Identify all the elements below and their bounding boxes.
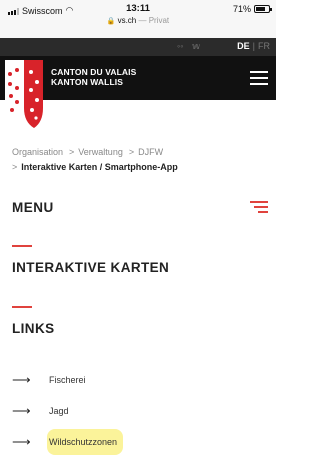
section-title-links: LINKS xyxy=(12,321,55,336)
menu-toggle[interactable]: MENU xyxy=(12,196,268,216)
language-switcher: DE | FR xyxy=(237,41,270,51)
valais-crest-icon[interactable] xyxy=(5,60,43,130)
utility-bar: ◦◦ 𝕨 DE | FR xyxy=(0,38,276,56)
menu-label: MENU xyxy=(12,200,54,215)
arrow-right-icon: ⟶ xyxy=(12,434,31,449)
breadcrumb-item[interactable]: Verwaltung xyxy=(78,147,123,157)
status-bar: Swisscom ◠ 13:11 🔒 vs.ch — Privat 71% xyxy=(0,0,276,38)
site-logo-text[interactable]: CANTON DU VALAIS KANTON WALLIS xyxy=(51,67,136,87)
url-text: vs.ch xyxy=(117,16,137,25)
lang-separator: | xyxy=(252,41,255,51)
battery-percent: 71% xyxy=(232,4,251,14)
link-label: Jagd xyxy=(49,406,69,416)
link-label: Fischerei xyxy=(49,375,86,385)
arrow-right-icon: ⟶ xyxy=(12,403,31,418)
brand-line-2: KANTON WALLIS xyxy=(51,77,123,87)
lock-icon: 🔒 xyxy=(106,18,116,25)
twitter-icon[interactable]: 𝕨 xyxy=(192,41,200,52)
link-label-highlighted: Wildschutzzonen xyxy=(47,429,124,455)
battery-group: 71% xyxy=(232,4,272,14)
breadcrumb-item[interactable]: Organisation xyxy=(12,147,63,157)
hamburger-menu-icon[interactable] xyxy=(250,71,268,85)
breadcrumb: Organisation > Verwaltung > DJFW > Interaktiv… xyxy=(12,145,267,175)
breadcrumb-separator: > xyxy=(128,147,135,157)
private-mode-label: — Privat xyxy=(138,16,170,25)
section-divider xyxy=(12,245,32,247)
breadcrumb-current: Interaktive Karten / Smartphone-App xyxy=(21,162,178,172)
breadcrumb-item[interactable]: DJFW xyxy=(138,147,163,157)
menu-lines-icon[interactable] xyxy=(250,201,268,214)
address-bar[interactable]: 🔒 vs.ch — Privat xyxy=(0,16,276,25)
breadcrumb-separator: > xyxy=(69,147,75,157)
link-fischerei[interactable]: ⟶ Fischerei xyxy=(12,368,222,392)
section-title-interactive-maps: INTERAKTIVE KARTEN xyxy=(12,260,170,275)
lang-fr[interactable]: FR xyxy=(258,41,270,51)
arrow-right-icon: ⟶ xyxy=(12,372,31,387)
share-icon[interactable]: ◦◦ xyxy=(177,41,183,51)
brand-line-1: CANTON DU VALAIS xyxy=(51,67,137,77)
link-wildschutzzonen[interactable]: ⟶ Wildschutzzonen xyxy=(12,429,222,455)
battery-icon xyxy=(254,5,272,13)
breadcrumb-separator: > xyxy=(12,162,18,172)
section-divider xyxy=(12,306,32,308)
link-jagd[interactable]: ⟶ Jagd xyxy=(12,399,222,423)
lang-de[interactable]: DE xyxy=(237,41,250,51)
